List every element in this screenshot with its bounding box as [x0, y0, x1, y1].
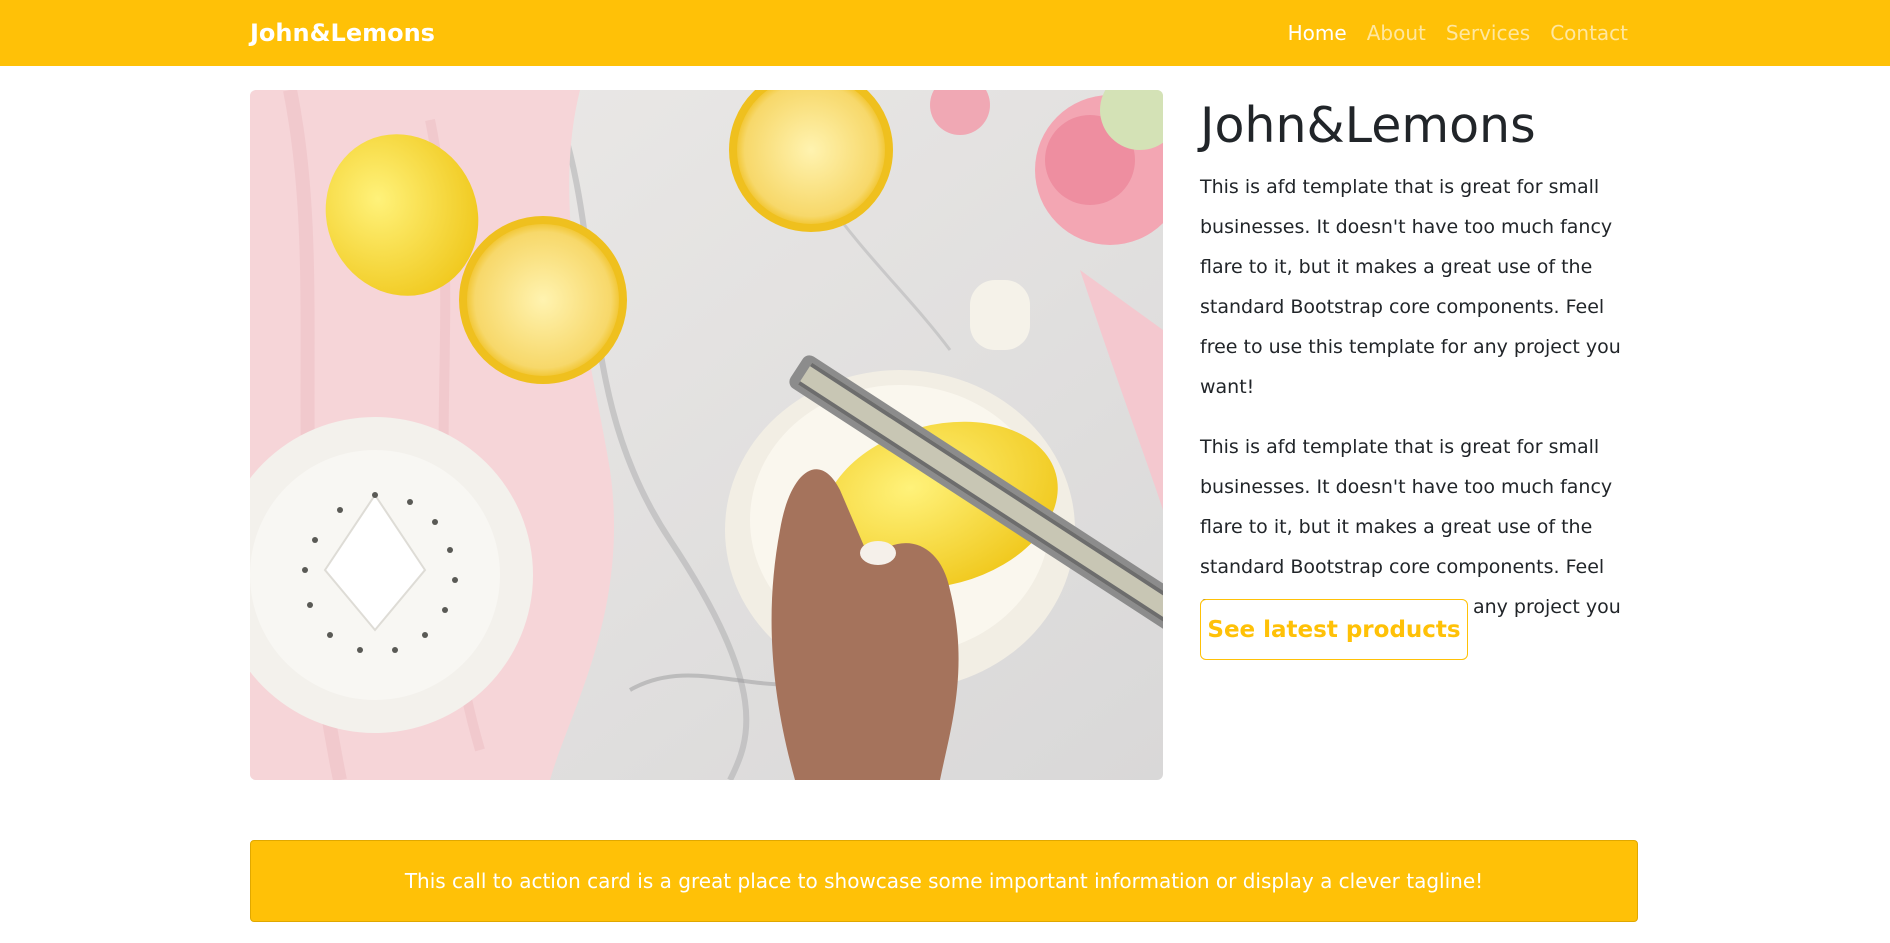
nav-link-services[interactable]: Services	[1446, 19, 1530, 47]
hero-title: John&Lemons	[1200, 97, 1536, 154]
hero-paragraph: This is afd template that is great for s…	[1200, 176, 1621, 398]
hero-image	[250, 90, 1163, 780]
nav-links: Home About Services Contact	[1288, 19, 1628, 47]
call-to-action-text: This call to action card is a great plac…	[404, 869, 1484, 893]
nav-link-about[interactable]: About	[1367, 19, 1426, 47]
nav-link-home[interactable]: Home	[1288, 19, 1347, 47]
hero-text: John&Lemons This is afd template that is…	[1200, 90, 1640, 667]
brand-logo-link[interactable]: John&Lemons	[250, 19, 435, 47]
nav-link-contact[interactable]: Contact	[1550, 19, 1628, 47]
navbar: John&Lemons Home About Services Contact	[0, 0, 1890, 66]
call-to-action-card: This call to action card is a great plac…	[250, 840, 1638, 922]
see-latest-products-button[interactable]: See latest products	[1200, 599, 1468, 660]
